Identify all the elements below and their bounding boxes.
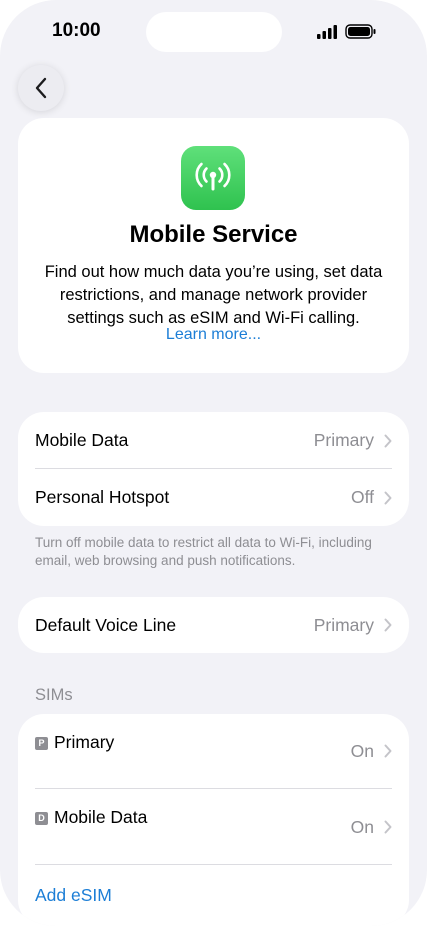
learn-more-link[interactable]: Learn more...	[18, 326, 409, 344]
row-value: Primary	[313, 430, 374, 450]
chevron-right-icon	[384, 744, 392, 758]
sim-badge: D	[35, 811, 48, 825]
dynamic-island	[146, 12, 282, 52]
row-label: Mobile Data	[35, 430, 129, 450]
chevron-left-icon	[35, 77, 47, 99]
antenna-icon	[181, 146, 245, 210]
phone-screen: 10:00 Mobile Service Find out how much d…	[0, 0, 427, 926]
personal-hotspot-row[interactable]: Personal Hotspot Off	[35, 469, 392, 526]
status-time: 10:00	[52, 20, 101, 41]
row-value: Off	[350, 487, 374, 507]
data-settings-group: Mobile Data Primary Personal Hotspot Off	[18, 412, 409, 526]
row-value: On	[350, 817, 374, 837]
row-label: Default Voice Line	[35, 614, 177, 635]
row-label: Mobile Data	[54, 807, 148, 827]
chevron-right-icon	[384, 491, 392, 504]
add-esim-link[interactable]: Add eSIM	[35, 885, 112, 906]
row-label: Primary	[54, 732, 115, 752]
row-value: Primary	[313, 614, 374, 635]
row-label: Personal Hotspot	[35, 487, 170, 507]
row-value: On	[350, 741, 374, 761]
signal-icon	[317, 25, 337, 39]
add-esim-row[interactable]: Add eSIM	[35, 865, 392, 925]
sim-badge: P	[35, 736, 48, 750]
sim-label-wrap: D Mobile Data	[35, 789, 147, 865]
hero-card: Mobile Service Find out how much data yo…	[18, 118, 409, 373]
chevron-right-icon	[384, 618, 392, 632]
voice-line-group: Default Voice Line Primary	[18, 597, 409, 653]
default-voice-line-row[interactable]: Default Voice Line Primary	[35, 597, 392, 653]
battery-icon	[345, 24, 376, 39]
sim-row-mobile-data[interactable]: D Mobile Data On	[35, 789, 392, 865]
status-icons	[317, 24, 376, 39]
data-footnote: Turn off mobile data to restrict all dat…	[35, 535, 372, 568]
sim-row-primary[interactable]: P Primary On	[35, 714, 392, 789]
mobile-data-row[interactable]: Mobile Data Primary	[35, 412, 392, 469]
chevron-right-icon	[384, 820, 392, 834]
page-title: Mobile Service	[129, 221, 298, 248]
chevron-right-icon	[384, 434, 392, 447]
sim-label-wrap: P Primary	[35, 714, 114, 789]
sims-group: P Primary On D Mobile Data On Add eSIM	[18, 714, 409, 926]
sims-section-header: SIMs	[35, 686, 73, 704]
back-button[interactable]	[18, 65, 64, 111]
hero-description: Find out how much data you’re using, set…	[44, 263, 383, 327]
